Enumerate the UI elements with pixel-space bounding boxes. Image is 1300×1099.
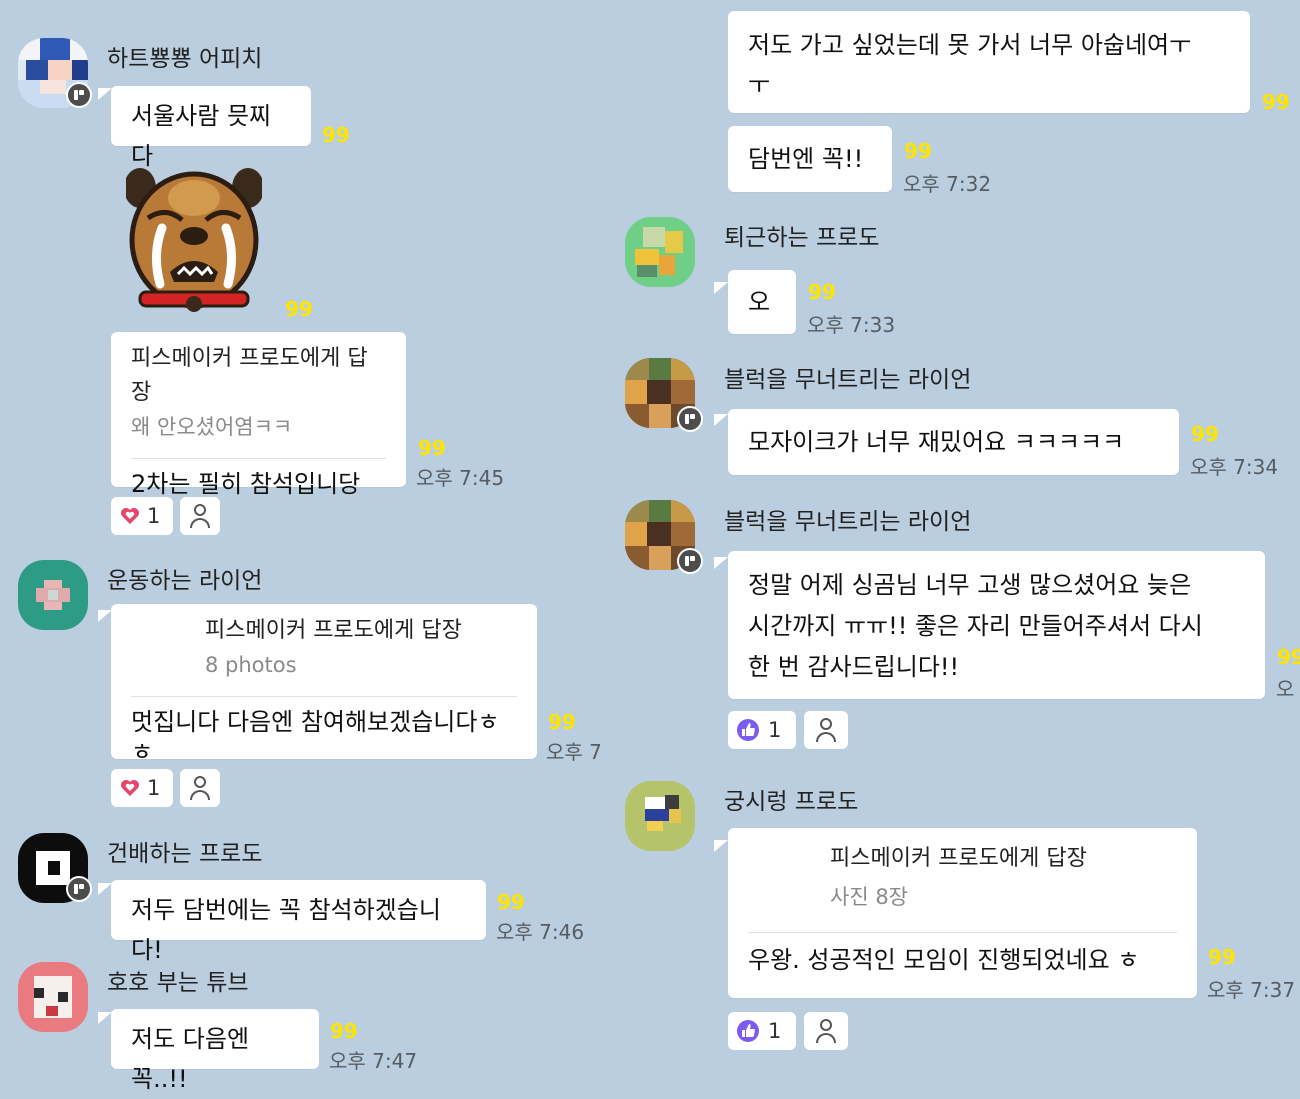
message-time: 오후 7:45 — [416, 466, 505, 490]
sender-name: 궁시렁 프로도 — [724, 789, 859, 815]
bubble-tail — [714, 414, 728, 426]
message-text: 모자이크가 너무 재밌어요 ㅋㅋㅋㅋㅋ — [748, 428, 1125, 456]
message-bubble[interactable]: 정말 어제 싱곰님 너무 고생 많으셨어요 늦은 시간까지 ㅠㅠ!! 좋은 자리… — [728, 551, 1265, 699]
sender-name: 운동하는 라이언 — [107, 568, 263, 594]
message-time: 오후 7:34 — [1190, 455, 1279, 479]
chat-badge-icon — [677, 548, 703, 574]
message-bubble[interactable]: 모자이크가 너무 재밌어요 ㅋㅋㅋㅋㅋ — [728, 409, 1179, 475]
message-time: 오 — [1276, 677, 1295, 701]
person-icon — [815, 1019, 837, 1043]
reply-preview: 왜 안오셨어염ㅋㅋ — [131, 415, 293, 439]
message-text: 담번엔 꼭!! — [748, 145, 864, 173]
reply-target: 피스메이커 프로도에게 답장 — [205, 618, 462, 643]
reply-message-bubble[interactable]: 피스메이커 프로도에게 답장 왜 안오셨어염ㅋㅋ 2차는 필히 참석입니당 — [111, 332, 406, 498]
unread-count: 99 — [548, 710, 576, 734]
reply-divider — [131, 458, 386, 459]
unread-count: 99 — [1262, 90, 1290, 114]
message-time: 오후 7:47 — [329, 1049, 418, 1073]
reaction-members-button[interactable] — [804, 1012, 848, 1050]
unread-count: 99 — [904, 139, 932, 163]
heart-reaction[interactable]: 1 — [111, 769, 173, 807]
avatar[interactable] — [18, 560, 88, 630]
message-text-line: 시간까지 ㅠㅠ!! 좋은 자리 만들어주셔서 다시 — [748, 612, 1203, 640]
unread-count: 99 — [1191, 422, 1219, 446]
message-text: 저두 담번에는 꼭 참석하겠습니다! — [131, 896, 441, 964]
message-bubble[interactable]: 서울사람 믓찌다 — [111, 86, 311, 170]
reply-divider — [131, 696, 517, 697]
reaction-count: 1 — [768, 1019, 782, 1043]
unread-count: 99 — [418, 436, 446, 460]
sender-name: 블럭을 무너트리는 라이언 — [724, 367, 972, 393]
reaction-members-button[interactable] — [804, 711, 848, 749]
reply-preview: 사진 8장 — [830, 885, 908, 909]
person-icon — [189, 776, 211, 800]
message-time: 오후 7 — [546, 740, 602, 764]
message-text: 오 — [748, 288, 771, 316]
reply-message-bubble[interactable]: 피스메이커 프로도에게 답장 사진 8장 우왕. 성공적인 모임이 진행되었네요… — [728, 828, 1197, 998]
reaction-count: 1 — [147, 776, 161, 800]
unread-count: 99 — [1277, 645, 1300, 669]
person-icon — [189, 504, 211, 528]
heart-icon — [121, 780, 139, 796]
message-bubble[interactable]: 저두 담번에는 꼭 참석하겠습니다! — [111, 880, 486, 964]
bubble-tail — [714, 840, 728, 852]
heart-reaction[interactable]: 1 — [111, 497, 173, 535]
thumbs-up-reaction[interactable]: 1 — [728, 1012, 796, 1050]
thumbs-up-icon — [737, 1020, 759, 1042]
message-time: 오후 7:33 — [807, 313, 896, 337]
message-time: 오후 7:46 — [496, 920, 585, 944]
message-text-line: 정말 어제 싱곰님 너무 고생 많으셨어요 늦은 — [748, 571, 1192, 599]
reply-message-bubble[interactable]: 피스메이커 프로도에게 답장 8 photos 멋집니다 다음엔 참여해보겠습니… — [111, 604, 537, 766]
message-time: 오후 7:37 — [1207, 978, 1296, 1002]
reaction-count: 1 — [768, 718, 782, 742]
bubble-tail — [714, 557, 728, 569]
message-bubble[interactable]: 저도 다음엔꼭..!! — [111, 1009, 319, 1093]
bubble-tail — [98, 883, 112, 895]
message-text-line: 한 번 감사드립니다!! — [748, 653, 960, 681]
bubble-tail — [714, 282, 728, 294]
chat-badge-icon — [66, 876, 92, 902]
thumbs-up-reaction[interactable]: 1 — [728, 711, 796, 749]
message-text-line: 저도 가고 싶었는데 못 가서 너무 아숩네여ㅜ — [748, 31, 1192, 59]
heart-icon — [121, 508, 139, 524]
message-bubble[interactable]: 담번엔 꼭!! — [728, 126, 892, 192]
avatar[interactable] — [625, 217, 695, 287]
chat-badge-icon — [66, 82, 92, 108]
message-text: 2차는 필히 참석입니당 — [131, 470, 361, 498]
unread-count: 99 — [1208, 945, 1236, 969]
sender-name: 블럭을 무너트리는 라이언 — [724, 509, 972, 535]
crying-bulldog-sticker-icon[interactable] — [124, 158, 264, 318]
reply-preview: 8 photos — [205, 653, 297, 677]
person-icon — [815, 718, 837, 742]
bubble-tail — [98, 610, 112, 622]
chat-badge-icon — [677, 406, 703, 432]
unread-count: 99 — [322, 123, 350, 147]
bubble-tail — [98, 1012, 112, 1024]
bubble-tail — [98, 88, 112, 100]
message-text: 멋집니다 다음엔 참여해보겠습니다ㅎㅎ — [131, 708, 500, 766]
message-time: 오후 7:32 — [903, 172, 992, 196]
unread-count: 99 — [330, 1019, 358, 1043]
unread-count: 99 — [808, 280, 836, 304]
reaction-members-button[interactable] — [180, 769, 220, 807]
reply-divider — [748, 932, 1177, 933]
message-bubble[interactable]: 저도 가고 싶었는데 못 가서 너무 아숩네여ㅜ ㅜ — [728, 11, 1250, 113]
avatar[interactable] — [18, 962, 88, 1032]
reply-target: 피스메이커 프로도에게 답장 — [131, 346, 368, 405]
reaction-members-button[interactable] — [180, 497, 220, 535]
thumbs-up-icon — [737, 719, 759, 741]
message-text: 저도 다음엔꼭..!! — [131, 1025, 250, 1093]
unread-count: 99 — [497, 890, 525, 914]
avatar[interactable] — [625, 781, 695, 851]
sender-name: 퇴근하는 프로도 — [724, 225, 880, 251]
reply-target: 피스메이커 프로도에게 답장 — [830, 846, 1087, 871]
unread-count: 99 — [285, 297, 313, 321]
sender-name: 호호 부는 튜브 — [107, 970, 249, 996]
message-text: 우왕. 성공적인 모임이 진행되었네요 ㅎ — [748, 946, 1140, 974]
sender-name: 건배하는 프로도 — [107, 841, 263, 867]
message-bubble[interactable]: 오 — [728, 270, 796, 334]
message-text-line: ㅜ — [748, 71, 771, 99]
reaction-count: 1 — [147, 504, 161, 528]
sender-name: 하트뿅뿅 어피치 — [107, 46, 263, 72]
